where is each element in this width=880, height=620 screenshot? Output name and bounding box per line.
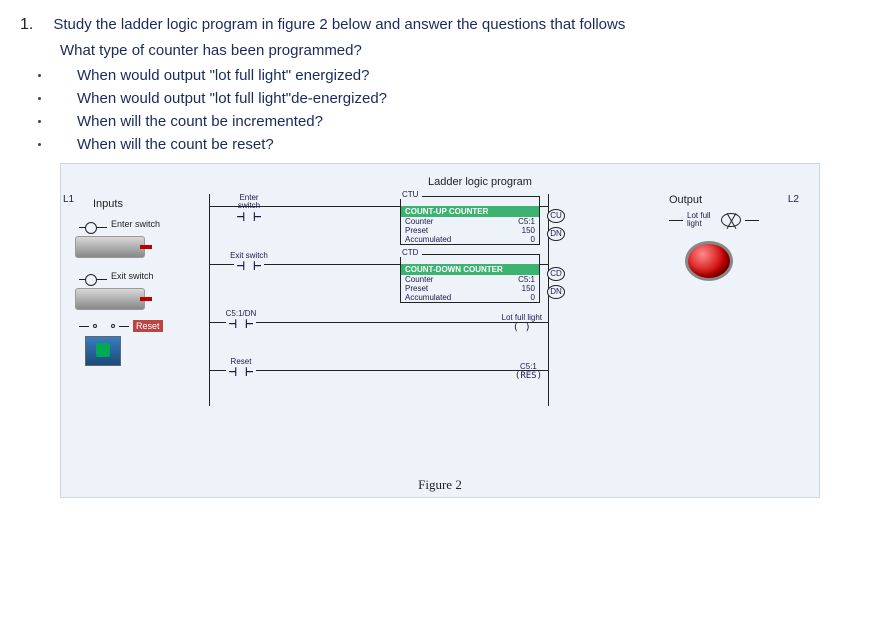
ctu-block: CTU COUNT-UP COUNTER CounterC5:1 Preset1… [400, 196, 540, 245]
ctu-cu-output: CU [547, 209, 565, 223]
nopen-contact-icon: ⊣ ⊢ [226, 364, 255, 380]
reset-switch-symbol: Reset [79, 320, 199, 332]
ctu-preset-val: 150 [522, 226, 535, 235]
rung-3: C5:1/DN ⊣ ⊢ Lot full light ( ) [209, 310, 549, 358]
ctd-header: CTD [398, 248, 422, 257]
ctu-title: COUNT-UP COUNTER [401, 206, 539, 217]
ctd-acc-lbl: Accumulated [405, 293, 451, 302]
reset-button-image [85, 336, 121, 366]
bullet-1: When would output "lot full light" energ… [77, 67, 370, 84]
bullet-2: When would output "lot full light"de-ene… [77, 90, 387, 107]
inputs-column: L1 Inputs Enter switch Exit switch Reset [69, 194, 199, 366]
figure-caption: Figure 2 [61, 477, 819, 493]
bullet-4: When will the count be reset? [77, 136, 274, 153]
l1-label: L1 [63, 194, 74, 205]
reset-label: Reset [133, 320, 163, 332]
exit-switch-label: Exit switch [111, 272, 154, 281]
ladder-column: Enter switch ⊣ ⊢ CTU COUNT-UP COUNTER Co… [209, 194, 549, 406]
ctd-counter-lbl: Counter [405, 275, 433, 284]
ctu-counter-val: C5:1 [518, 217, 535, 226]
sub-question-type: What type of counter has been programmed… [60, 42, 860, 59]
question-number: 1. [20, 16, 33, 34]
bullet-icon [38, 143, 41, 146]
lot-full-coil: Lot full light ( ) [502, 314, 542, 333]
outputs-column: Output L2 Lot full light [669, 194, 799, 281]
enter-switch-symbol: Enter switch [79, 220, 199, 234]
ctd-cd-output: CD [547, 267, 565, 281]
ctu-acc-val: 0 [531, 235, 535, 244]
exit-switch-symbol: Exit switch [79, 272, 199, 286]
ctd-title: COUNT-DOWN COUNTER [401, 264, 539, 275]
bullet-3: When will the count be incremented? [77, 113, 323, 130]
rung-1: Enter switch ⊣ ⊢ CTU COUNT-UP COUNTER Co… [209, 194, 549, 252]
bullet-icon [38, 120, 41, 123]
inputs-header: Inputs [93, 198, 123, 210]
ctu-acc-lbl: Accumulated [405, 235, 451, 244]
lot-full-light-symbol: Lot full light [669, 212, 799, 229]
enter-switch-label: Enter switch [111, 220, 160, 229]
enter-switch-image [75, 236, 145, 258]
ctu-dn-output: DN [547, 227, 565, 241]
nopen-contact-icon: ⊣ ⊢ [226, 316, 255, 332]
question-main: Study the ladder logic program in figure… [53, 16, 625, 34]
outputs-header: Output [669, 194, 702, 206]
switch-contact-icon [79, 220, 107, 234]
exit-switch-image [75, 288, 145, 310]
red-pilot-light-image [685, 241, 733, 281]
reset-coil: C5:1 (RES) [515, 362, 542, 381]
ctu-header: CTU [398, 190, 422, 199]
ctd-acc-val: 0 [531, 293, 535, 302]
nopen-contact-icon: ⊣ ⊢ [234, 258, 263, 274]
ctd-counter-val: C5:1 [518, 275, 535, 284]
lamp-icon [721, 213, 741, 227]
ladder-diagram: Ladder logic program L1 Inputs Enter swi… [60, 163, 820, 498]
ctd-preset-lbl: Preset [405, 284, 428, 293]
nopen-contact-icon: ⊣ ⊢ [234, 209, 263, 225]
l2-label: L2 [788, 194, 799, 205]
ctd-block: CTD COUNT-DOWN COUNTER CounterC5:1 Prese… [400, 254, 540, 303]
bullet-icon [38, 97, 41, 100]
rung-4: Reset ⊣ ⊢ C5:1 (RES) [209, 358, 549, 406]
ctu-counter-lbl: Counter [405, 217, 433, 226]
bullet-icon [38, 74, 41, 77]
ctd-dn-output: DN [547, 285, 565, 299]
ctd-preset-val: 150 [522, 284, 535, 293]
rung-2: Exit switch ⊣ ⊢ CTD COUNT-DOWN COUNTER C… [209, 252, 549, 310]
switch-contact-icon [79, 272, 107, 286]
ctu-preset-lbl: Preset [405, 226, 428, 235]
diagram-title: Ladder logic program [151, 176, 809, 188]
